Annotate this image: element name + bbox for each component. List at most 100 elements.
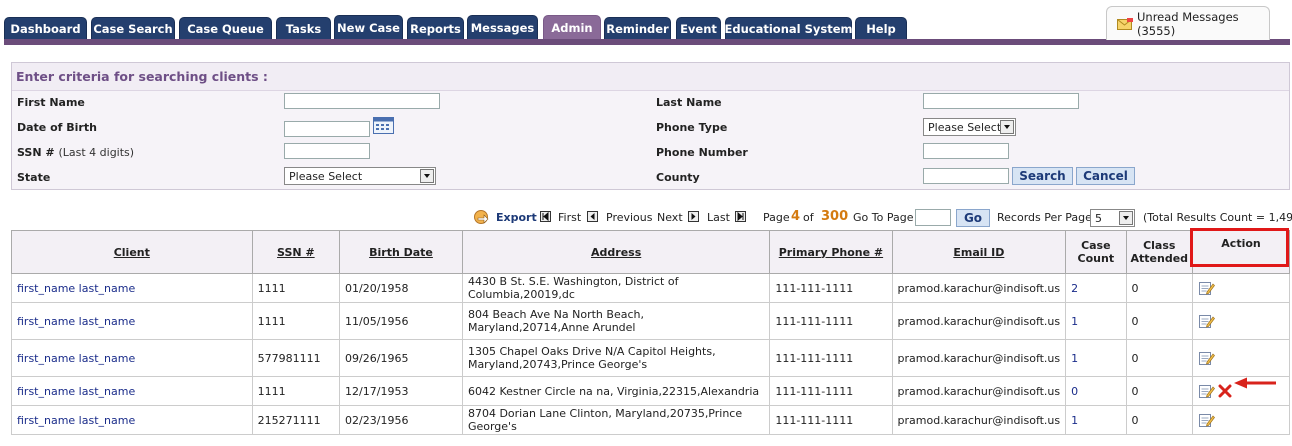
- email-cell: pramod.karachur@indisoft.us: [891, 376, 1067, 406]
- go-button[interactable]: Go: [956, 209, 990, 227]
- address-cell: 8704 Dorian Lane Clinton, Maryland,20735…: [461, 405, 771, 435]
- county-input[interactable]: [923, 168, 1009, 184]
- first-name-label: First Name: [17, 96, 85, 109]
- ssn-cell: 1111: [251, 376, 341, 406]
- tab-new-case[interactable]: New Case: [334, 15, 403, 39]
- first-name-input[interactable]: [284, 93, 440, 109]
- of-label: of: [803, 211, 814, 224]
- client-link[interactable]: first_name last_name: [11, 405, 253, 435]
- first-page-link[interactable]: First: [558, 211, 581, 224]
- last-name-label: Last Name: [656, 96, 722, 109]
- records-label: Records Per Page: [997, 211, 1092, 224]
- tab-admin[interactable]: Admin: [543, 15, 601, 40]
- tab-case-search[interactable]: Case Search: [91, 17, 175, 39]
- col-birth-date[interactable]: Birth Date: [339, 230, 463, 274]
- phone-number-label: Phone Number: [656, 146, 748, 159]
- cancel-button[interactable]: Cancel: [1076, 167, 1135, 185]
- case-count-link[interactable]: 2: [1065, 273, 1127, 303]
- last-page-link[interactable]: Last: [707, 211, 730, 224]
- dob-cell: 02/23/1956: [339, 405, 463, 435]
- first-page-icon[interactable]: [540, 211, 551, 222]
- phone-cell: 111-111-1111: [769, 302, 893, 340]
- previous-page-link[interactable]: Previous: [606, 211, 653, 224]
- next-page-icon[interactable]: [688, 211, 699, 222]
- phone-type-select[interactable]: Please Select: [923, 118, 1016, 136]
- col-primary-phone[interactable]: Primary Phone #: [769, 230, 893, 274]
- action-cell: [1192, 302, 1290, 340]
- address-cell: 804 Beach Ave Na North Beach, Maryland,2…: [461, 302, 771, 340]
- col-case-count: Case Count: [1065, 230, 1127, 274]
- edit-icon[interactable]: [1198, 313, 1215, 329]
- class-attended-cell: 0: [1125, 376, 1194, 406]
- goto-label: Go To Page: [853, 211, 914, 224]
- dob-cell: 12/17/1953: [339, 376, 463, 406]
- last-name-input[interactable]: [923, 93, 1079, 109]
- table-row: first_name last_name 1111 12/17/1953 604…: [11, 376, 1290, 406]
- client-link[interactable]: first_name last_name: [11, 273, 253, 303]
- delete-icon[interactable]: [1218, 384, 1232, 398]
- goto-page-input[interactable]: [915, 209, 951, 226]
- phone-cell: 111-111-1111: [769, 339, 893, 377]
- tab-tasks[interactable]: Tasks: [276, 17, 331, 39]
- col-email[interactable]: Email ID: [891, 230, 1067, 274]
- ssn-input[interactable]: [284, 143, 370, 159]
- next-page-link[interactable]: Next: [657, 211, 683, 224]
- envelope-icon: [1117, 17, 1133, 30]
- tab-reminder[interactable]: Reminder: [604, 17, 671, 39]
- edit-icon[interactable]: [1198, 383, 1215, 399]
- table-row: first_name last_name 577981111 09/26/196…: [11, 339, 1290, 377]
- edit-icon[interactable]: [1198, 280, 1215, 296]
- calendar-icon[interactable]: [373, 116, 394, 134]
- class-attended-cell: 0: [1125, 405, 1194, 435]
- ssn-cell: 215271111: [251, 405, 341, 435]
- email-cell: pramod.karachur@indisoft.us: [891, 339, 1067, 377]
- tab-dashboard[interactable]: Dashboard: [4, 17, 87, 39]
- case-count-link[interactable]: 1: [1065, 302, 1127, 340]
- previous-page-icon[interactable]: [587, 211, 598, 222]
- unread-messages-label: Unread Messages (3555): [1137, 9, 1239, 38]
- tab-help[interactable]: Help: [855, 17, 907, 39]
- case-count-link[interactable]: 1: [1065, 339, 1127, 377]
- records-per-page-select[interactable]: 5: [1090, 209, 1135, 227]
- tab-event[interactable]: Event: [676, 17, 721, 39]
- total-pages: 300: [821, 209, 849, 224]
- chevron-down-icon: [420, 169, 434, 183]
- action-cell: [1192, 339, 1290, 377]
- case-count-link[interactable]: 1: [1065, 405, 1127, 435]
- ssn-label-text: SSN #: [17, 146, 55, 159]
- clients-table: Client SSN # Birth Date Address Primary …: [11, 230, 1290, 435]
- edit-icon[interactable]: [1198, 350, 1215, 366]
- export-link[interactable]: Export: [496, 211, 537, 224]
- county-label: County: [656, 171, 700, 184]
- state-select[interactable]: Please Select: [284, 167, 436, 185]
- client-link[interactable]: first_name last_name: [11, 376, 253, 406]
- tab-messages[interactable]: Messages: [467, 15, 538, 39]
- address-cell: 4430 B St. S.E. Washington, District of …: [461, 273, 771, 303]
- tab-reports[interactable]: Reports: [407, 17, 464, 39]
- col-ssn[interactable]: SSN #: [251, 230, 341, 274]
- client-link[interactable]: first_name last_name: [11, 302, 253, 340]
- col-address[interactable]: Address: [461, 230, 771, 274]
- chevron-down-icon: [1119, 211, 1133, 225]
- phone-number-input[interactable]: [923, 143, 1009, 159]
- phone-type-value: Please Select: [928, 120, 1002, 134]
- edit-icon[interactable]: [1198, 412, 1215, 428]
- client-link[interactable]: first_name last_name: [11, 339, 253, 377]
- col-client[interactable]: Client: [11, 230, 253, 274]
- export-icon[interactable]: [473, 209, 491, 228]
- class-attended-cell: 0: [1125, 273, 1194, 303]
- page-label: Page: [763, 211, 790, 224]
- tab-educational-system[interactable]: Educational System: [725, 17, 853, 39]
- col-class-attended: Class Attended: [1125, 230, 1194, 274]
- unread-messages-tab[interactable]: Unread Messages (3555): [1106, 6, 1270, 40]
- dob-input[interactable]: [284, 121, 370, 137]
- ssn-hint: (Last 4 digits): [58, 146, 135, 159]
- tab-case-queue[interactable]: Case Queue: [179, 17, 272, 39]
- state-value: Please Select: [289, 169, 363, 183]
- action-cell: [1192, 405, 1290, 435]
- action-cell: [1192, 273, 1290, 303]
- last-page-icon[interactable]: [735, 211, 746, 222]
- state-label: State: [17, 171, 51, 184]
- search-button[interactable]: Search: [1012, 167, 1073, 185]
- case-count-link[interactable]: 0: [1065, 376, 1127, 406]
